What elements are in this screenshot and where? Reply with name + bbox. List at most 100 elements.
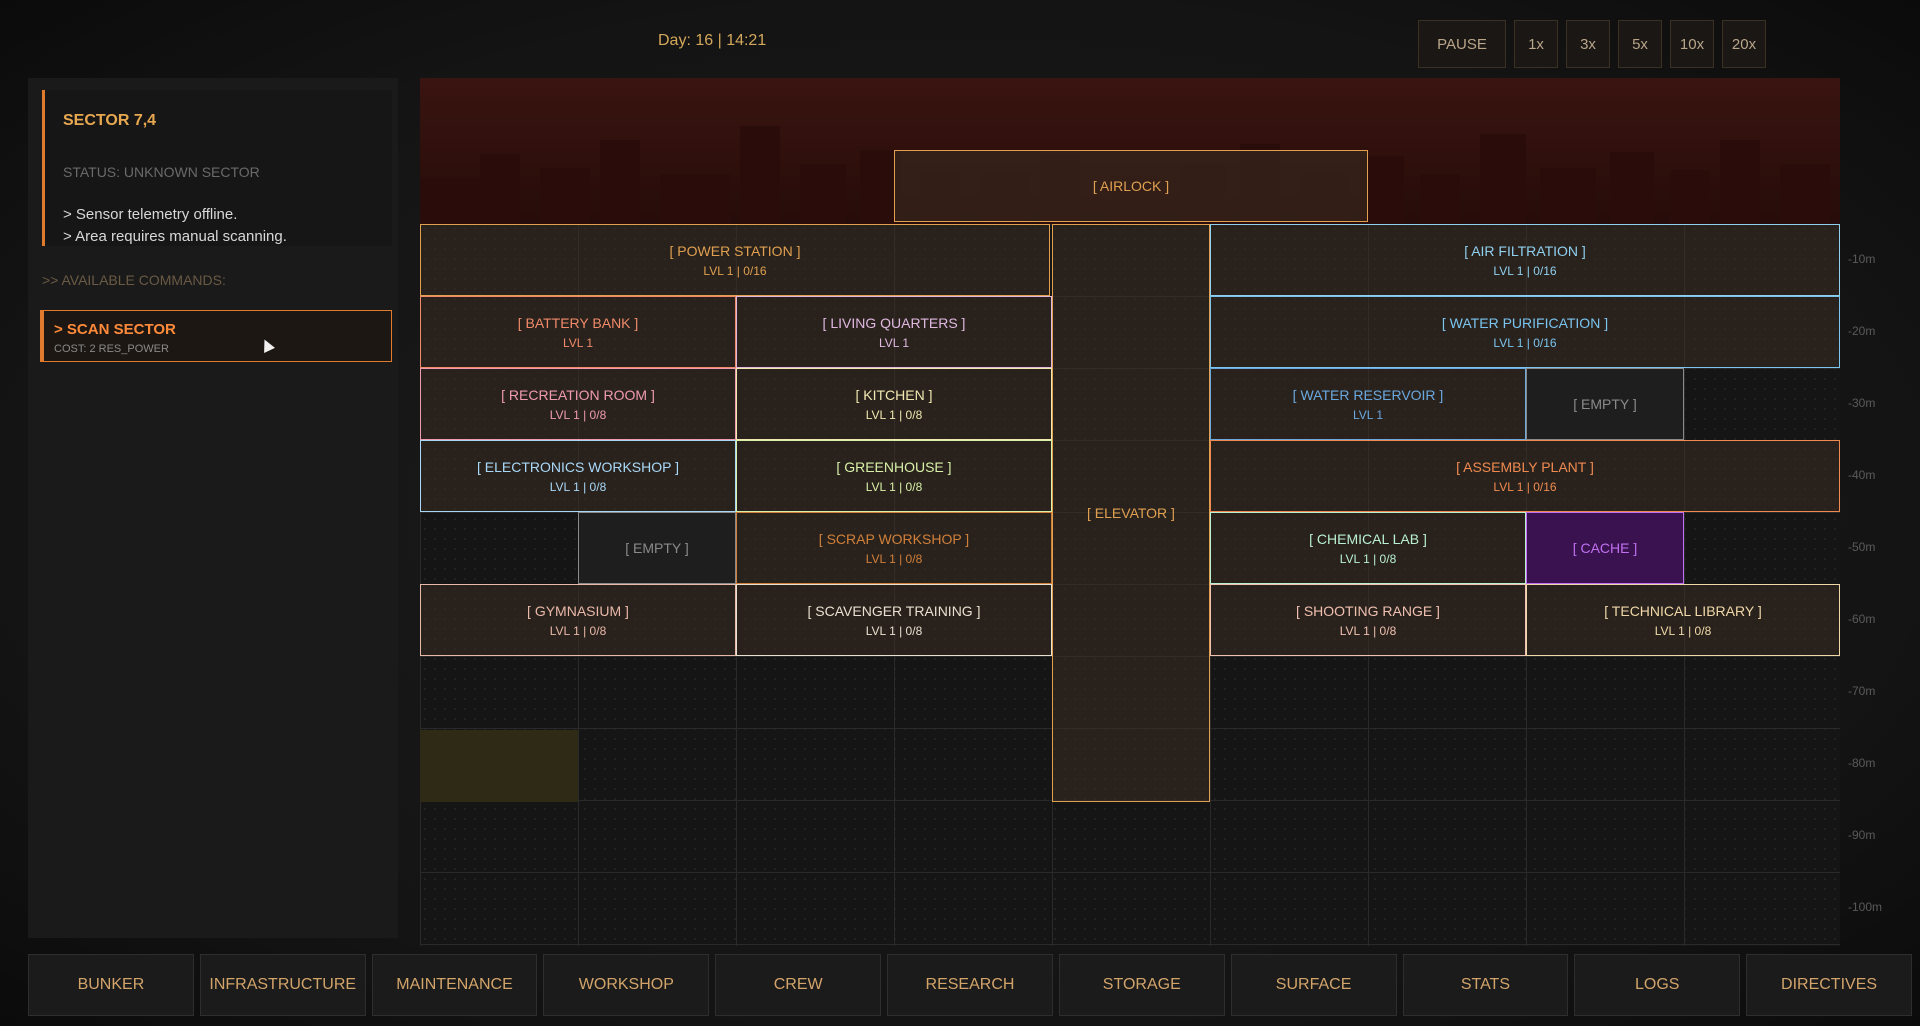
room-level: LVL 1 | 0/8: [1339, 551, 1397, 566]
tab-research[interactable]: RESEARCH: [887, 954, 1053, 1016]
scan-sector-button[interactable]: > SCAN SECTOR COST: 2 RES_POWER: [40, 310, 392, 362]
room-electronics-workshop[interactable]: [ ELECTRONICS WORKSHOP ] LVL 1 | 0/8: [420, 440, 736, 512]
main-tab-bar: BUNKER INFRASTRUCTURE MAINTENANCE WORKSH…: [28, 954, 1912, 1016]
room-name: [ SCAVENGER TRAINING ]: [807, 602, 981, 619]
room-level: LVL 1 | 0/8: [549, 407, 607, 422]
speed-20x-button[interactable]: 20x: [1722, 20, 1766, 68]
room-water-reservoir[interactable]: [ WATER RESERVOIR ] LVL 1: [1210, 368, 1526, 440]
room-level: LVL 1 | 0/8: [865, 623, 923, 638]
depth-label: -40m: [1848, 468, 1876, 482]
sector-status: STATUS: UNKNOWN SECTOR: [63, 164, 260, 180]
room-name: [ POWER STATION ]: [669, 242, 801, 259]
depth-label: -80m: [1848, 756, 1876, 770]
room-name: [ BATTERY BANK ]: [517, 314, 639, 331]
depth-label: -20m: [1848, 324, 1876, 338]
room-living-quarters[interactable]: [ LIVING QUARTERS ] LVL 1: [736, 296, 1052, 368]
room-level: LVL 1 | 0/16: [1493, 263, 1557, 278]
room-battery-bank[interactable]: [ BATTERY BANK ] LVL 1: [420, 296, 736, 368]
room-level: LVL 1 | 0/8: [865, 551, 923, 566]
speed-3x-button[interactable]: 3x: [1566, 20, 1610, 68]
room-name: [ EMPTY ]: [1573, 396, 1637, 412]
room-empty[interactable]: [ EMPTY ]: [1526, 368, 1684, 440]
room-name: [ ASSEMBLY PLANT ]: [1456, 458, 1594, 475]
tab-workshop[interactable]: WORKSHOP: [543, 954, 710, 1016]
scan-sector-label: > SCAN SECTOR: [54, 321, 176, 338]
sector-info-panel: SECTOR 7,4 STATUS: UNKNOWN SECTOR > Sens…: [28, 78, 398, 938]
room-gymnasium[interactable]: [ GYMNASIUM ] LVL 1 | 0/8: [420, 584, 736, 656]
tab-storage[interactable]: STORAGE: [1058, 954, 1225, 1016]
game-clock: Day: 16 | 14:21: [658, 32, 767, 49]
room-name: [ AIR FILTRATION ]: [1464, 242, 1586, 259]
speed-10x-button[interactable]: 10x: [1670, 20, 1714, 68]
room-name: [ GREENHOUSE ]: [836, 458, 952, 475]
room-level: LVL 1: [878, 335, 910, 350]
tab-directives[interactable]: DIRECTIVES: [1746, 954, 1912, 1016]
room-name: [ SHOOTING RANGE ]: [1296, 602, 1440, 619]
room-kitchen[interactable]: [ KITCHEN ] LVL 1 | 0/8: [736, 368, 1052, 440]
depth-label: -50m: [1848, 540, 1876, 554]
room-name: [ AIRLOCK ]: [1092, 178, 1170, 194]
speed-1x-button[interactable]: 1x: [1514, 20, 1558, 68]
room-name: [ SCRAP WORKSHOP ]: [818, 530, 970, 547]
room-water-purification[interactable]: [ WATER PURIFICATION ] LVL 1 | 0/16: [1210, 296, 1840, 368]
room-name: [ WATER PURIFICATION ]: [1441, 314, 1609, 331]
room-power-station[interactable]: [ POWER STATION ] LVL 1 | 0/16: [420, 224, 1050, 296]
tab-crew[interactable]: CREW: [715, 954, 882, 1016]
room-level: LVL 1 | 0/8: [865, 479, 923, 494]
room-level: LVL 1 | 0/8: [1654, 623, 1712, 638]
available-commands-label: >> AVAILABLE COMMANDS:: [42, 272, 226, 288]
room-air-filtration[interactable]: [ AIR FILTRATION ] LVL 1 | 0/16: [1210, 224, 1840, 296]
room-level: LVL 1 | 0/8: [1339, 623, 1397, 638]
sector-details: SECTOR 7,4 STATUS: UNKNOWN SECTOR > Sens…: [42, 90, 392, 246]
room-empty[interactable]: [ EMPTY ]: [578, 512, 736, 584]
bunker-map: [ AIRLOCK ] [ POWER STATION ] LVL 1 | 0/…: [420, 78, 1840, 946]
tab-surface[interactable]: SURFACE: [1230, 954, 1397, 1016]
room-assembly-plant[interactable]: [ ASSEMBLY PLANT ] LVL 1 | 0/16: [1210, 440, 1840, 512]
room-recreation-room[interactable]: [ RECREATION ROOM ] LVL 1 | 0/8: [420, 368, 736, 440]
room-level: LVL 1: [562, 335, 594, 350]
room-cache[interactable]: [ CACHE ]: [1526, 512, 1684, 584]
depth-label: -90m: [1848, 828, 1876, 842]
depth-label: -70m: [1848, 684, 1876, 698]
room-chemical-lab[interactable]: [ CHEMICAL LAB ] LVL 1 | 0/8: [1210, 512, 1526, 584]
room-shooting-range[interactable]: [ SHOOTING RANGE ] LVL 1 | 0/8: [1210, 584, 1526, 656]
room-airlock[interactable]: [ AIRLOCK ]: [894, 150, 1368, 222]
depth-label: -10m: [1848, 252, 1876, 266]
depth-label: -30m: [1848, 396, 1876, 410]
room-elevator[interactable]: [ ELEVATOR ]: [1052, 224, 1210, 802]
tab-maintenance[interactable]: MAINTENANCE: [371, 954, 538, 1016]
tab-bunker[interactable]: BUNKER: [28, 954, 194, 1016]
sector-message: > Sensor telemetry offline.: [63, 206, 238, 223]
depth-label: -100m: [1848, 900, 1883, 914]
room-scrap-workshop[interactable]: [ SCRAP WORKSHOP ] LVL 1 | 0/8: [736, 512, 1052, 584]
room-level: LVL 1 | 0/8: [549, 623, 607, 638]
room-level: LVL 1 | 0/16: [1493, 335, 1557, 350]
scan-sector-cost: COST: 2 RES_POWER: [54, 343, 169, 355]
room-name: [ ELECTRONICS WORKSHOP ]: [477, 458, 679, 475]
room-level: LVL 1 | 0/8: [549, 479, 607, 494]
room-name: [ EMPTY ]: [625, 540, 689, 556]
sector-title: SECTOR 7,4: [63, 112, 157, 129]
room-name: [ GYMNASIUM ]: [527, 602, 629, 619]
tab-stats[interactable]: STATS: [1402, 954, 1569, 1016]
room-level: LVL 1 | 0/16: [1493, 479, 1557, 494]
pause-button[interactable]: PAUSE: [1418, 20, 1506, 68]
room-name: [ KITCHEN ]: [855, 386, 933, 403]
tab-infrastructure[interactable]: INFRASTRUCTURE: [199, 954, 366, 1016]
speed-5x-button[interactable]: 5x: [1618, 20, 1662, 68]
room-level: LVL 1 | 0/16: [703, 263, 767, 278]
room-level: LVL 1: [1352, 407, 1384, 422]
tab-logs[interactable]: LOGS: [1574, 954, 1741, 1016]
depth-label: -60m: [1848, 612, 1876, 626]
room-technical-library[interactable]: [ TECHNICAL LIBRARY ] LVL 1 | 0/8: [1526, 584, 1840, 656]
room-scavenger-training[interactable]: [ SCAVENGER TRAINING ] LVL 1 | 0/8: [736, 584, 1052, 656]
room-name: [ RECREATION ROOM ]: [501, 386, 655, 403]
highlighted-sector[interactable]: [420, 730, 578, 802]
room-name: [ ELEVATOR ]: [1087, 505, 1175, 521]
room-name: [ WATER RESERVOIR ]: [1292, 386, 1444, 403]
room-level: LVL 1 | 0/8: [865, 407, 923, 422]
sector-message: > Area requires manual scanning.: [63, 228, 287, 245]
room-name: [ CHEMICAL LAB ]: [1309, 530, 1427, 547]
room-greenhouse[interactable]: [ GREENHOUSE ] LVL 1 | 0/8: [736, 440, 1052, 512]
game-screen: Day: 16 | 14:21 PAUSE 1x 3x 5x 10x 20x S…: [0, 0, 1920, 1026]
